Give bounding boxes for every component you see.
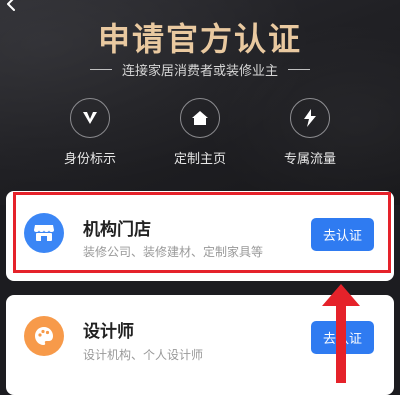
hero-banner: 申请官方认证 连接家居消费者或装修业主 身份标示 定制主页 专属流量 — [0, 0, 400, 205]
feature-label: 专属流量 — [283, 152, 336, 167]
feature-traffic: 专属流量 — [270, 98, 350, 167]
hero-subtitle: 连接家居消费者或装修业主 — [0, 60, 400, 79]
highlight-box — [13, 192, 391, 273]
divider-line-right — [288, 69, 310, 70]
card-title: 设计师 — [83, 322, 134, 342]
palette-icon — [24, 316, 64, 356]
feature-label: 身份标示 — [63, 152, 116, 167]
feature-label: 定制主页 — [173, 152, 226, 167]
back-arrow-icon[interactable] — [4, 0, 20, 12]
hero-subtitle-text: 连接家居消费者或装修业主 — [121, 64, 278, 79]
card-description: 设计机构、个人设计师 — [83, 348, 204, 362]
divider-line-left — [89, 69, 112, 70]
feature-homepage: 定制主页 — [160, 98, 240, 167]
v-badge-icon — [70, 98, 110, 138]
feature-identity: 身份标示 — [50, 98, 130, 167]
page-title: 申请官方认证 — [97, 20, 302, 58]
home-icon — [180, 98, 220, 138]
lightning-icon — [290, 98, 330, 138]
arrow-up-icon — [322, 284, 360, 383]
